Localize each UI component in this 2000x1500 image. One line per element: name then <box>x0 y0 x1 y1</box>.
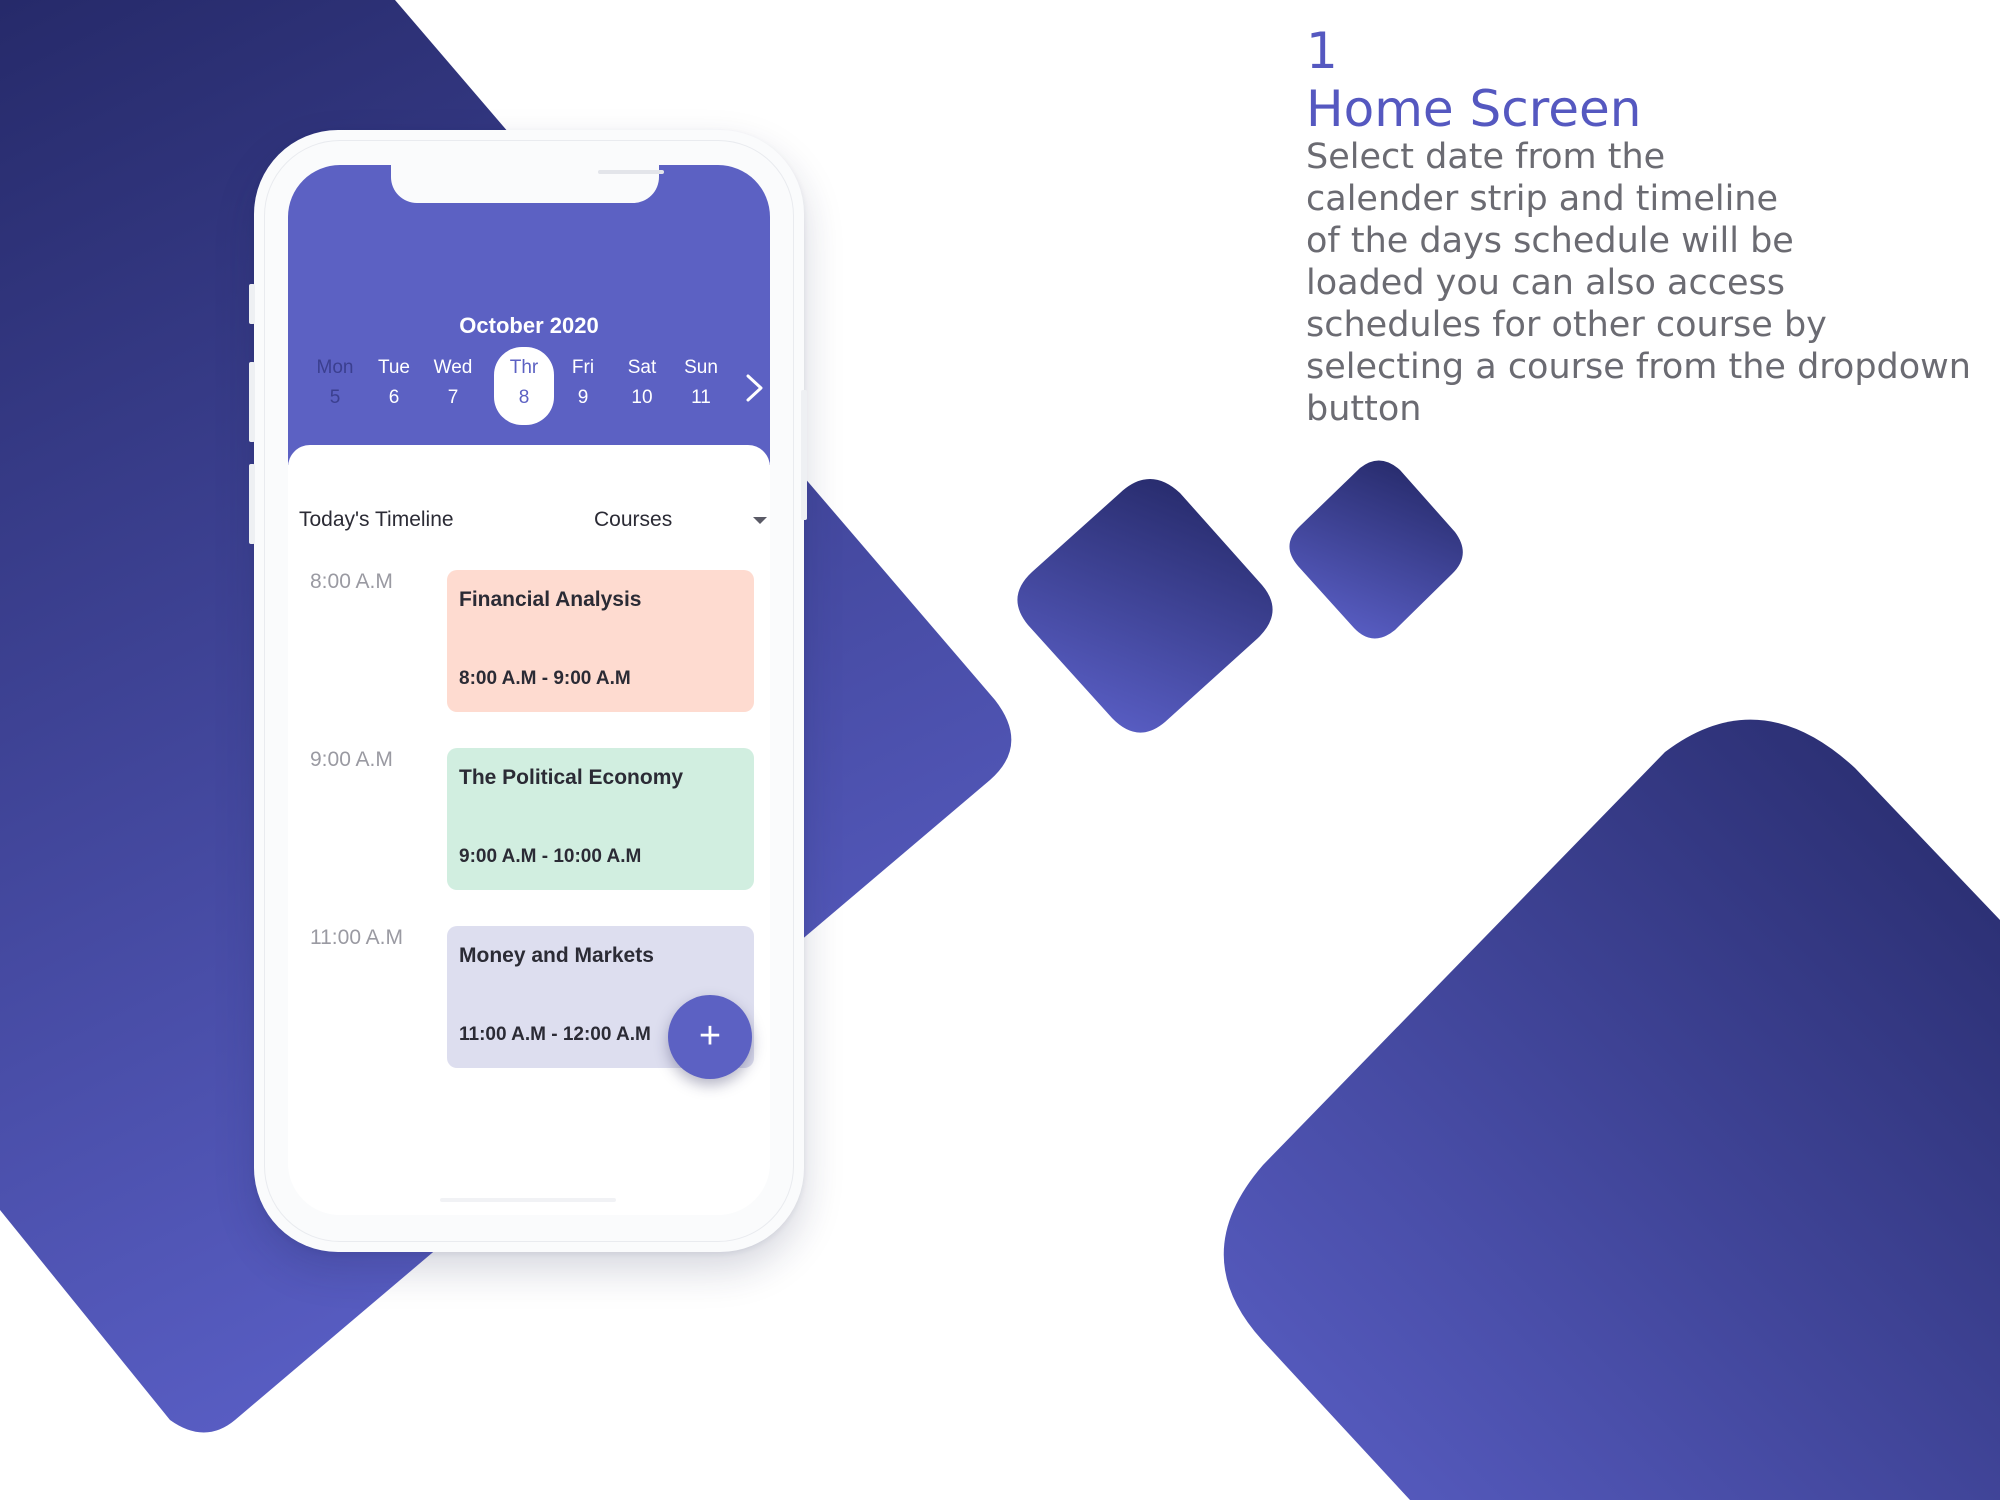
decor-diamond-small-2 <box>1289 460 1463 639</box>
day-name: Wed <box>433 357 473 378</box>
phone-side-button <box>249 362 255 442</box>
day-thr-selected[interactable]: Thr 8 <box>494 347 554 425</box>
day-date: 10 <box>631 387 653 408</box>
event-title: The Political Economy <box>459 766 684 789</box>
event-time-range: 9:00 A.M - 10:00 A.M <box>459 846 642 867</box>
phone-speaker <box>598 170 664 174</box>
app-screen: October 2020 Mon 5 Tue 6 Wed 7 Thr 8 Fri… <box>288 165 770 1215</box>
phone-side-button <box>801 390 807 520</box>
step-title: Home Screen <box>1306 80 1642 138</box>
timeline-title: Today's Timeline <box>299 508 454 531</box>
time-label: 11:00 A.M <box>310 926 404 949</box>
event-title: Financial Analysis <box>459 588 642 611</box>
day-name: Tue <box>377 357 411 378</box>
description-line: of the days schedule will be <box>1306 221 1794 261</box>
event-card[interactable]: Financial Analysis 8:00 A.M - 9:00 A.M <box>447 570 754 712</box>
courses-dropdown[interactable]: Courses <box>594 508 672 532</box>
phone-notch <box>391 165 664 203</box>
day-sat[interactable]: Sat 10 <box>614 347 670 409</box>
description-line: Select date from the <box>1306 137 1666 177</box>
day-date: 7 <box>447 387 459 408</box>
event-title: Money and Markets <box>459 944 654 967</box>
description-line: calender strip and timeline <box>1306 179 1779 219</box>
chevron-right-icon[interactable] <box>743 373 767 403</box>
day-date: 6 <box>388 387 400 408</box>
day-name: Fri <box>571 357 595 378</box>
day-name: Mon <box>316 357 354 378</box>
day-date: 11 <box>691 387 711 408</box>
day-date: 8 <box>518 387 530 408</box>
month-label: October 2020 <box>459 313 599 338</box>
day-fri[interactable]: Fri 9 <box>555 347 611 409</box>
day-date: 5 <box>329 387 341 408</box>
time-label: 8:00 A.M <box>310 570 393 593</box>
day-tue[interactable]: Tue 6 <box>366 347 422 409</box>
time-label: 9:00 A.M <box>310 748 393 771</box>
home-indicator <box>440 1198 616 1202</box>
step-number: 1 <box>1306 22 1338 80</box>
day-name: Sun <box>684 357 718 378</box>
phone-side-button <box>249 464 255 544</box>
phone-side-button <box>249 284 255 324</box>
day-name: Thr <box>509 357 539 378</box>
decor-diamond-small-1 <box>1017 479 1273 733</box>
description-line: loaded you can also access <box>1306 263 1785 303</box>
event-time-range: 11:00 A.M - 12:00 A.M <box>459 1024 651 1045</box>
plus-icon: + <box>698 1015 722 1057</box>
day-name: Sat <box>627 357 657 378</box>
decor-diamond-right <box>1223 719 2000 1500</box>
caret-down-icon[interactable] <box>753 517 767 524</box>
day-mon[interactable]: Mon 5 <box>307 347 363 409</box>
day-sun[interactable]: Sun 11 <box>673 347 729 409</box>
step-description: Select date from the calender strip and … <box>1306 136 1996 430</box>
description-line: button <box>1306 389 1422 429</box>
day-date: 9 <box>577 387 589 408</box>
description-line: selecting a course from the dropdown <box>1306 347 1971 387</box>
day-wed[interactable]: Wed 7 <box>425 347 481 409</box>
event-time-range: 8:00 A.M - 9:00 A.M <box>459 668 631 689</box>
description-line: schedules for other course by <box>1306 305 1827 345</box>
add-event-button[interactable]: + <box>668 995 752 1079</box>
event-card[interactable]: The Political Economy 9:00 A.M - 10:00 A… <box>447 748 754 890</box>
